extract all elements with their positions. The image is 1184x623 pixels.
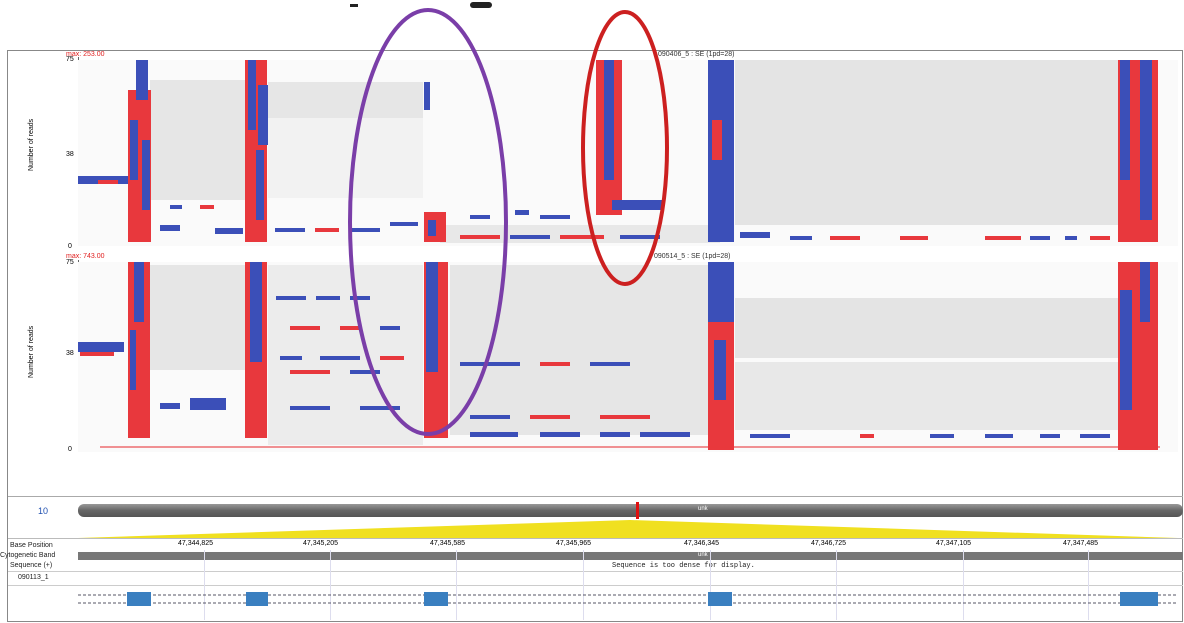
base-position-tick: 47,347,485 — [1063, 540, 1099, 547]
grid-line — [583, 550, 584, 620]
base-position-tick: 47,346,345 — [684, 540, 720, 547]
chromosome-number: 10 — [38, 506, 49, 516]
sequence-label: Sequence (+) — [10, 562, 53, 569]
chromosome-row: 10 unk — [8, 496, 1183, 519]
grid-line — [456, 550, 457, 620]
track-2-coverage-fill — [78, 262, 1178, 452]
grid-line — [204, 550, 205, 620]
grid-line — [1088, 550, 1089, 620]
base-position-tick: 47,345,205 — [303, 540, 339, 547]
base-position-tick: 47,345,965 — [556, 540, 592, 547]
grid-line — [836, 550, 837, 620]
cytogenetic-band-value: unk — [698, 552, 708, 558]
read-pileup-canvas — [78, 8, 1178, 452]
base-position-tick: 47,345,585 — [430, 540, 466, 547]
base-position-tick: 47,344,825 — [178, 540, 214, 547]
base-position-ticks: 47,344,825 47,345,205 47,345,585 47,345,… — [78, 538, 1183, 550]
sequence-message: Sequence is too dense for display. — [612, 562, 755, 570]
grid-line — [710, 550, 711, 620]
ideogram-band-label: unk — [698, 506, 708, 512]
chromosome-ideogram[interactable] — [78, 504, 1183, 517]
track-1-coverage-fill — [78, 60, 1178, 246]
cytogenetic-band-bar: unk — [78, 552, 1183, 560]
ideogram-current-position-marker[interactable] — [636, 502, 639, 519]
cytogenetic-band-label: Cytogenetic Band — [0, 552, 56, 559]
base-position-tick: 47,346,725 — [811, 540, 847, 547]
grid-line — [330, 550, 331, 620]
base-position-tick: 47,347,105 — [936, 540, 972, 547]
gene-track-label[interactable]: 090113_1 — [18, 574, 49, 581]
grid-line — [963, 550, 964, 620]
base-position-label: Base Position — [10, 542, 53, 549]
row-divider — [8, 571, 1183, 572]
row-divider — [8, 585, 1183, 586]
annotation-rows: Base Position 47,344,825 47,345,205 47,3… — [0, 538, 1183, 622]
